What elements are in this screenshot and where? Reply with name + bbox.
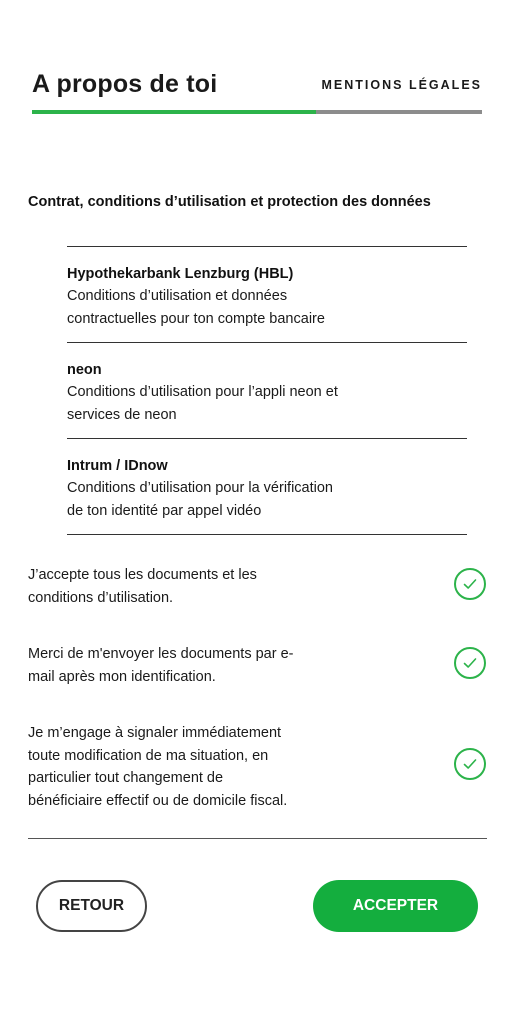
document-name: Intrum / IDnow xyxy=(67,458,168,474)
section-heading: Contrat, conditions d’utilisation et pro… xyxy=(28,194,431,210)
back-button[interactable]: RETOUR xyxy=(36,880,147,932)
consent-text-line: particulier tout changement de xyxy=(28,770,224,786)
document-description-line: Conditions d’utilisation et données xyxy=(67,288,288,304)
consent-text-line: J’accepte tous les documents et les xyxy=(28,567,257,583)
consent-report-changes: Je m’engage à signaler immédiatement tou… xyxy=(28,722,488,812)
document-name: neon xyxy=(67,362,102,378)
document-item-intrum-idnow[interactable]: Intrum / IDnow Conditions d’utilisation … xyxy=(67,439,467,534)
document-description-line: Conditions d’utilisation pour la vérific… xyxy=(67,480,333,496)
document-description-line: de ton identité par appel vidéo xyxy=(67,502,262,519)
consent-text: Je m’engage à signaler immédiatement tou… xyxy=(28,722,358,812)
document-list: Hypothekarbank Lenzburg (HBL) Conditions… xyxy=(67,246,467,535)
consent-text-line: mail après mon identification. xyxy=(28,668,216,685)
consent-text-line: Merci de m'envoyer les documents par e- xyxy=(28,646,294,662)
consent-text-line: bénéficiaire effectif ou de domicile fis… xyxy=(28,792,288,809)
consent-accept-documents: J’accepte tous les documents et les cond… xyxy=(28,564,488,609)
checkmark-icon xyxy=(463,759,477,769)
consent-text: Merci de m'envoyer les documents par e- … xyxy=(28,643,358,688)
divider xyxy=(67,534,467,535)
document-description-line: services de neon xyxy=(67,406,177,423)
accept-button[interactable]: ACCEPTER xyxy=(313,880,478,932)
consent-text-line: toute modification de ma situation, en xyxy=(28,747,269,764)
document-name: Hypothekarbank Lenzburg (HBL) xyxy=(67,266,294,282)
page-title: A propos de toi xyxy=(32,70,218,98)
document-description-line: Conditions d’utilisation pour l’appli ne… xyxy=(67,384,338,400)
checkmark-icon xyxy=(463,658,477,668)
consent-text-line: conditions d’utilisation. xyxy=(28,589,174,606)
document-item-hbl[interactable]: Hypothekarbank Lenzburg (HBL) Conditions… xyxy=(67,247,467,342)
consent-text: J’accepte tous les documents et les cond… xyxy=(28,564,358,609)
consent-email-documents: Merci de m'envoyer les documents par e- … xyxy=(28,643,488,688)
tab-mentions-legales[interactable]: MENTIONS LÉGALES xyxy=(322,78,482,92)
progress-bar xyxy=(32,110,482,114)
consent-checkbox-accept-documents[interactable] xyxy=(454,568,486,600)
document-item-neon[interactable]: neon Conditions d’utilisation pour l’app… xyxy=(67,343,467,438)
consent-text-line: Je m’engage à signaler immédiatement xyxy=(28,725,282,741)
divider xyxy=(28,838,487,839)
consent-checkbox-report-changes[interactable] xyxy=(454,748,486,780)
progress-fill xyxy=(32,110,316,114)
checkmark-icon xyxy=(463,579,477,589)
page-header: A propos de toi MENTIONS LÉGALES xyxy=(32,70,482,114)
document-description-line: contractuelles pour ton compte bancaire xyxy=(67,310,325,327)
consent-checkbox-email-documents[interactable] xyxy=(454,647,486,679)
